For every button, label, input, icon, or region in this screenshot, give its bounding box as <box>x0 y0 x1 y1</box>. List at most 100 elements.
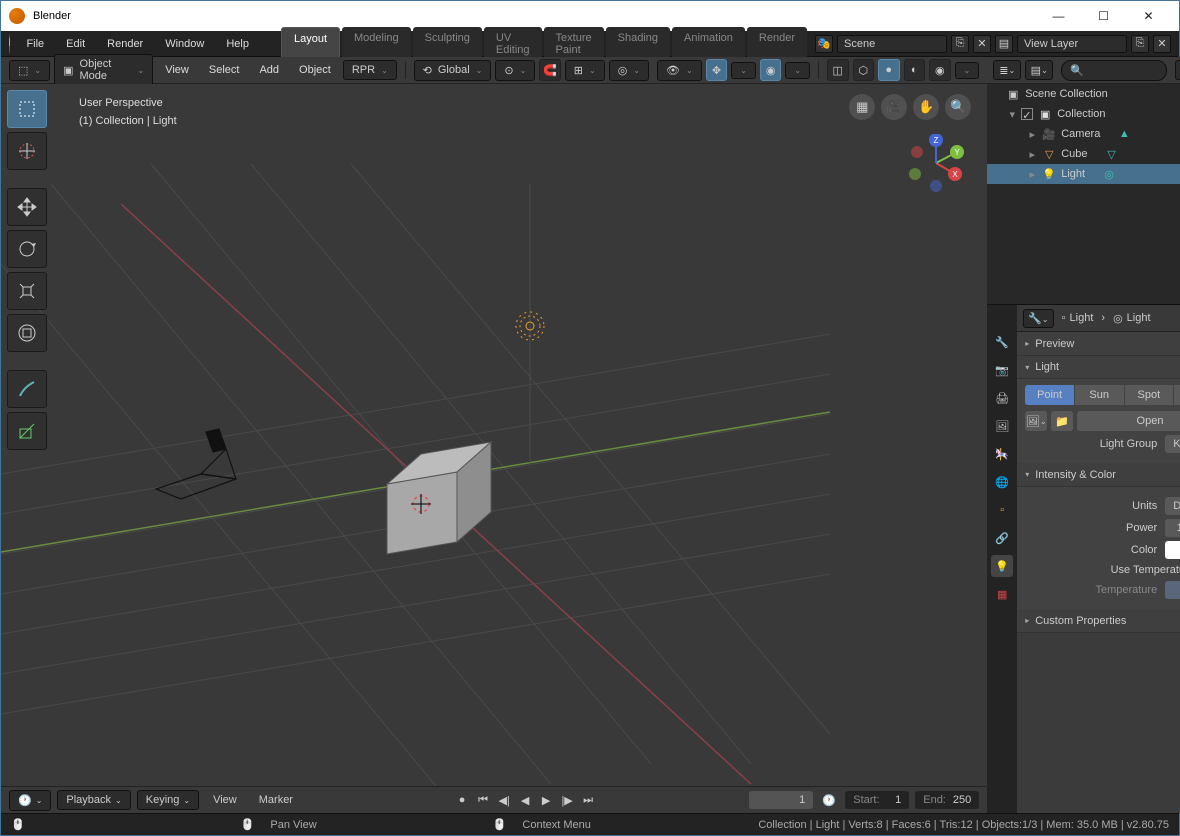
disclosure-icon[interactable]: ▸ <box>1027 148 1037 161</box>
prop-tab-constraints[interactable]: 🔗 <box>991 527 1013 549</box>
outliner-editor-type[interactable]: ≣⌄ <box>993 60 1021 80</box>
menu-edit[interactable]: Edit <box>56 34 95 54</box>
tool-transform[interactable] <box>7 314 47 352</box>
view-layer-field[interactable]: View Layer <box>1017 35 1127 53</box>
workspace-rendering[interactable]: Render <box>747 27 807 61</box>
light-type-point[interactable]: Point <box>1025 385 1074 405</box>
power-field[interactable]: 1000W <box>1165 519 1180 537</box>
app-menu-icon[interactable] <box>9 34 10 54</box>
prev-key-button[interactable]: ◀| <box>494 790 514 810</box>
mode-dropdown[interactable]: ▣ Object Mode⌄ <box>54 54 153 86</box>
outliner-scene-collection[interactable]: ▣ Scene Collection <box>987 84 1180 104</box>
disclosure-icon[interactable]: ▸ <box>1027 128 1037 141</box>
layer-browse-icon[interactable]: ▤ <box>995 35 1013 53</box>
shading-wireframe[interactable]: ⬡ <box>853 59 875 81</box>
viewport-menu-view[interactable]: View <box>157 61 197 79</box>
shading-lookdev[interactable]: ◐ <box>904 59 926 81</box>
prop-tab-scene[interactable]: 🎠 <box>991 443 1013 465</box>
scene-new-button[interactable]: ⎘ <box>951 35 969 53</box>
disclosure-icon[interactable]: ▾ <box>1007 108 1017 121</box>
timeline-editor-type[interactable]: 🕐⌄ <box>9 790 51 811</box>
jump-end-button[interactable]: ⏭ <box>578 790 598 810</box>
outliner-tree[interactable]: ▣ Scene Collection ▾ ✓ ▣ Collection 👁 <box>987 84 1180 304</box>
outliner-item-camera[interactable]: ▸ 🎥 Camera ▲ 👁 <box>987 124 1180 144</box>
close-button[interactable]: ✕ <box>1126 1 1171 31</box>
workspace-uv[interactable]: UV Editing <box>484 27 542 61</box>
menu-window[interactable]: Window <box>155 34 214 54</box>
outliner-search[interactable]: 🔍 <box>1061 60 1167 81</box>
ies-browse-dropdown[interactable]: 🖼⌄ <box>1025 411 1047 431</box>
camera-view-icon[interactable]: ▦ <box>849 94 875 120</box>
outliner-filter[interactable]: ▽⌄ <box>1175 60 1180 80</box>
snap-toggle[interactable]: 🧲 <box>539 59 561 81</box>
tool-scale[interactable] <box>7 272 47 310</box>
visibility-dropdown[interactable]: 👁⌄ <box>657 60 702 81</box>
shading-options[interactable]: ⌄ <box>955 62 980 79</box>
menu-file[interactable]: File <box>16 34 54 54</box>
orientation-dropdown[interactable]: ⟲ Global⌄ <box>414 60 492 81</box>
xray-toggle[interactable]: ◫ <box>827 59 849 81</box>
viewport-menu-select[interactable]: Select <box>201 61 248 79</box>
light-group-field[interactable]: Key <box>1165 435 1180 453</box>
current-frame-field[interactable]: 1 <box>749 791 813 809</box>
jump-start-button[interactable]: ⏮ <box>473 790 493 810</box>
prop-tab-output[interactable]: 🖨 <box>991 387 1013 409</box>
breadcrumb-data[interactable]: ◎Light <box>1113 312 1150 325</box>
viewport-menu-object[interactable]: Object <box>291 61 339 79</box>
viewport-3d[interactable]: User Perspective (1) Collection | Light … <box>1 84 987 786</box>
prop-tab-data[interactable]: 💡 <box>991 555 1013 577</box>
scene-name-field[interactable]: Scene <box>837 35 947 53</box>
prop-tab-texture[interactable]: ▦ <box>991 583 1013 605</box>
axis-gizmo[interactable]: X Y Z <box>907 134 965 192</box>
zoom-view-icon[interactable]: 🔍 <box>945 94 971 120</box>
playback-dropdown[interactable]: Playback⌄ <box>57 790 130 810</box>
workspace-shading[interactable]: Shading <box>606 27 670 61</box>
layer-new-button[interactable]: ⎘ <box>1131 35 1149 53</box>
start-frame-field[interactable]: Start:1 <box>845 791 909 809</box>
shading-solid[interactable]: ● <box>878 59 900 81</box>
gizmo-options[interactable]: ⌄ <box>731 62 756 79</box>
prop-tab-render[interactable]: 📷 <box>991 359 1013 381</box>
outliner-item-cube[interactable]: ▸ ▽ Cube ▽ 👁 <box>987 144 1180 164</box>
workspace-animation[interactable]: Animation <box>672 27 745 61</box>
layer-delete-button[interactable]: ✕ <box>1153 35 1171 53</box>
panel-intensity-header[interactable]: ▾Intensity & Color⋮⋮ <box>1017 463 1180 487</box>
outliner-display-mode[interactable]: ▤⌄ <box>1025 60 1053 80</box>
prop-tab-object[interactable]: ▫ <box>991 499 1013 521</box>
disclosure-icon[interactable]: ▸ <box>1027 168 1037 181</box>
play-button[interactable]: ▶ <box>536 790 556 810</box>
pan-view-icon[interactable]: ✋ <box>913 94 939 120</box>
next-key-button[interactable]: |▶ <box>557 790 577 810</box>
breadcrumb-object[interactable]: ▫Light <box>1062 312 1094 324</box>
color-field[interactable] <box>1165 541 1180 559</box>
properties-editor-type[interactable]: 🔧⌄ <box>1023 309 1053 328</box>
gizmo-toggle[interactable]: ✥ <box>706 59 728 81</box>
workspace-layout[interactable]: Layout <box>281 27 340 61</box>
prop-tab-viewlayer[interactable]: 🖼 <box>991 415 1013 437</box>
scene-browse-icon[interactable]: 🎭 <box>815 35 833 53</box>
workspace-texture[interactable]: Texture Paint <box>544 27 604 61</box>
play-reverse-button[interactable]: ◀ <box>515 790 535 810</box>
panel-preview-header[interactable]: ▸Preview⋮⋮ <box>1017 332 1180 356</box>
camera-perspective-icon[interactable]: 🎥 <box>881 94 907 120</box>
workspace-sculpting[interactable]: Sculpting <box>413 27 482 61</box>
editor-type-dropdown[interactable]: ⬚⌄ <box>9 60 50 81</box>
temperature-field[interactable]: 6500 <box>1165 581 1180 599</box>
light-type-spot[interactable]: Spot <box>1125 385 1174 405</box>
outliner-collection[interactable]: ▾ ✓ ▣ Collection 👁 <box>987 104 1180 124</box>
tool-rotate[interactable] <box>7 230 47 268</box>
timeline-menu-marker[interactable]: Marker <box>251 791 301 809</box>
pivot-dropdown[interactable]: ⊙⌄ <box>495 60 535 81</box>
autokey-toggle[interactable]: ● <box>452 790 472 810</box>
shading-rendered[interactable]: ◉ <box>929 59 951 81</box>
units-field[interactable]: Default <box>1165 497 1180 515</box>
prop-tab-tool[interactable]: 🔧 <box>991 331 1013 353</box>
menu-help[interactable]: Help <box>216 34 259 54</box>
light-type-area[interactable]: Area <box>1174 385 1180 405</box>
keying-dropdown[interactable]: Keying⌄ <box>137 790 199 810</box>
tool-annotate[interactable] <box>7 370 47 408</box>
folder-icon[interactable]: 📁 <box>1051 411 1073 431</box>
viewport-menu-add[interactable]: Add <box>251 61 287 79</box>
scene-delete-button[interactable]: ✕ <box>973 35 991 53</box>
checkbox-icon[interactable]: ✓ <box>1021 108 1033 120</box>
